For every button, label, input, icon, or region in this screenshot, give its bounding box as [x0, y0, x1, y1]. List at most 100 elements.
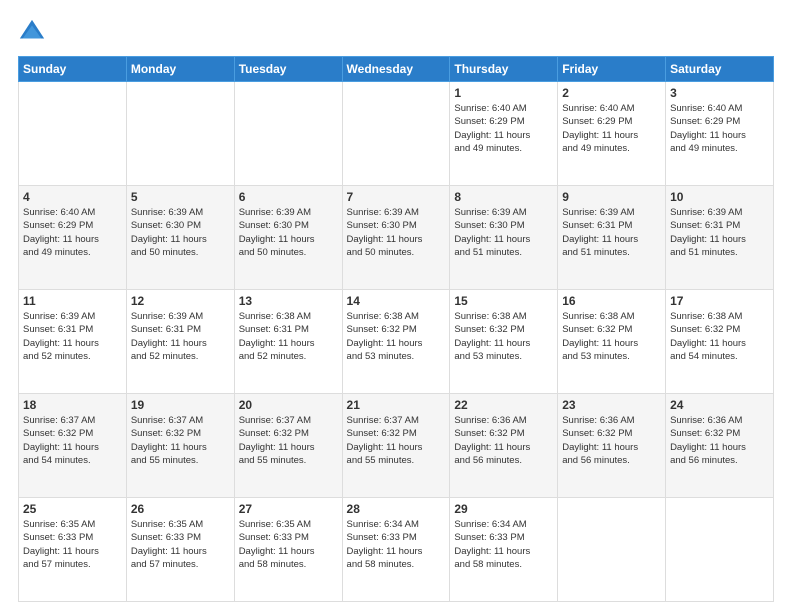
day-header-monday: Monday	[126, 57, 234, 82]
calendar-cell: 18 Sunrise: 6:37 AM Sunset: 6:32 PM Dayli…	[19, 394, 127, 498]
calendar-cell	[234, 82, 342, 186]
calendar-header-row: SundayMondayTuesdayWednesdayThursdayFrid…	[19, 57, 774, 82]
day-info: Sunrise: 6:39 AM Sunset: 6:30 PM Dayligh…	[454, 206, 553, 259]
day-number: 7	[347, 190, 446, 204]
calendar-week-row: 25 Sunrise: 6:35 AM Sunset: 6:33 PM Dayli…	[19, 498, 774, 602]
day-info: Sunrise: 6:35 AM Sunset: 6:33 PM Dayligh…	[23, 518, 122, 571]
day-info: Sunrise: 6:39 AM Sunset: 6:30 PM Dayligh…	[347, 206, 446, 259]
calendar-cell: 17 Sunrise: 6:38 AM Sunset: 6:32 PM Dayli…	[666, 290, 774, 394]
day-number: 8	[454, 190, 553, 204]
calendar-cell: 22 Sunrise: 6:36 AM Sunset: 6:32 PM Dayli…	[450, 394, 558, 498]
day-number: 25	[23, 502, 122, 516]
day-number: 29	[454, 502, 553, 516]
day-number: 11	[23, 294, 122, 308]
day-number: 18	[23, 398, 122, 412]
day-info: Sunrise: 6:34 AM Sunset: 6:33 PM Dayligh…	[454, 518, 553, 571]
day-info: Sunrise: 6:39 AM Sunset: 6:30 PM Dayligh…	[239, 206, 338, 259]
calendar-week-row: 4 Sunrise: 6:40 AM Sunset: 6:29 PM Daylig…	[19, 186, 774, 290]
day-info: Sunrise: 6:39 AM Sunset: 6:31 PM Dayligh…	[131, 310, 230, 363]
day-number: 21	[347, 398, 446, 412]
calendar-table: SundayMondayTuesdayWednesdayThursdayFrid…	[18, 56, 774, 602]
day-info: Sunrise: 6:40 AM Sunset: 6:29 PM Dayligh…	[562, 102, 661, 155]
day-info: Sunrise: 6:39 AM Sunset: 6:31 PM Dayligh…	[562, 206, 661, 259]
calendar-cell	[342, 82, 450, 186]
day-number: 26	[131, 502, 230, 516]
calendar-cell: 12 Sunrise: 6:39 AM Sunset: 6:31 PM Dayli…	[126, 290, 234, 394]
day-number: 17	[670, 294, 769, 308]
day-header-friday: Friday	[558, 57, 666, 82]
day-info: Sunrise: 6:39 AM Sunset: 6:30 PM Dayligh…	[131, 206, 230, 259]
calendar-cell: 27 Sunrise: 6:35 AM Sunset: 6:33 PM Dayli…	[234, 498, 342, 602]
day-info: Sunrise: 6:34 AM Sunset: 6:33 PM Dayligh…	[347, 518, 446, 571]
calendar-cell: 11 Sunrise: 6:39 AM Sunset: 6:31 PM Dayli…	[19, 290, 127, 394]
calendar-cell: 7 Sunrise: 6:39 AM Sunset: 6:30 PM Daylig…	[342, 186, 450, 290]
day-info: Sunrise: 6:38 AM Sunset: 6:32 PM Dayligh…	[562, 310, 661, 363]
calendar-cell: 16 Sunrise: 6:38 AM Sunset: 6:32 PM Dayli…	[558, 290, 666, 394]
calendar-cell: 29 Sunrise: 6:34 AM Sunset: 6:33 PM Dayli…	[450, 498, 558, 602]
calendar-cell: 8 Sunrise: 6:39 AM Sunset: 6:30 PM Daylig…	[450, 186, 558, 290]
calendar-cell	[558, 498, 666, 602]
day-info: Sunrise: 6:37 AM Sunset: 6:32 PM Dayligh…	[239, 414, 338, 467]
calendar-cell: 1Sunrise: 6:40 AM Sunset: 6:29 PM Daylig…	[450, 82, 558, 186]
calendar-cell: 23 Sunrise: 6:36 AM Sunset: 6:32 PM Dayli…	[558, 394, 666, 498]
day-number: 20	[239, 398, 338, 412]
day-number: 28	[347, 502, 446, 516]
calendar-cell: 5 Sunrise: 6:39 AM Sunset: 6:30 PM Daylig…	[126, 186, 234, 290]
day-number: 6	[239, 190, 338, 204]
day-number: 4	[23, 190, 122, 204]
calendar-cell: 28 Sunrise: 6:34 AM Sunset: 6:33 PM Dayli…	[342, 498, 450, 602]
day-info: Sunrise: 6:37 AM Sunset: 6:32 PM Dayligh…	[347, 414, 446, 467]
day-info: Sunrise: 6:35 AM Sunset: 6:33 PM Dayligh…	[131, 518, 230, 571]
day-number: 13	[239, 294, 338, 308]
calendar-cell	[666, 498, 774, 602]
day-number: 3	[670, 86, 769, 100]
day-info: Sunrise: 6:40 AM Sunset: 6:29 PM Dayligh…	[670, 102, 769, 155]
day-info: Sunrise: 6:37 AM Sunset: 6:32 PM Dayligh…	[131, 414, 230, 467]
logo	[18, 18, 50, 46]
calendar-cell: 20 Sunrise: 6:37 AM Sunset: 6:32 PM Dayli…	[234, 394, 342, 498]
calendar-cell: 13 Sunrise: 6:38 AM Sunset: 6:31 PM Dayli…	[234, 290, 342, 394]
day-info: Sunrise: 6:38 AM Sunset: 6:32 PM Dayligh…	[347, 310, 446, 363]
day-info: Sunrise: 6:39 AM Sunset: 6:31 PM Dayligh…	[670, 206, 769, 259]
calendar-cell: 26 Sunrise: 6:35 AM Sunset: 6:33 PM Dayli…	[126, 498, 234, 602]
day-number: 5	[131, 190, 230, 204]
day-number: 10	[670, 190, 769, 204]
day-number: 19	[131, 398, 230, 412]
calendar-week-row: 11 Sunrise: 6:39 AM Sunset: 6:31 PM Dayli…	[19, 290, 774, 394]
page: SundayMondayTuesdayWednesdayThursdayFrid…	[0, 0, 792, 612]
day-number: 2	[562, 86, 661, 100]
calendar-cell	[126, 82, 234, 186]
day-info: Sunrise: 6:36 AM Sunset: 6:32 PM Dayligh…	[562, 414, 661, 467]
day-info: Sunrise: 6:37 AM Sunset: 6:32 PM Dayligh…	[23, 414, 122, 467]
calendar-week-row: 1Sunrise: 6:40 AM Sunset: 6:29 PM Daylig…	[19, 82, 774, 186]
day-info: Sunrise: 6:40 AM Sunset: 6:29 PM Dayligh…	[454, 102, 553, 155]
day-number: 16	[562, 294, 661, 308]
day-number: 9	[562, 190, 661, 204]
calendar-cell: 19 Sunrise: 6:37 AM Sunset: 6:32 PM Dayli…	[126, 394, 234, 498]
day-header-thursday: Thursday	[450, 57, 558, 82]
calendar-cell: 24Sunrise: 6:36 AM Sunset: 6:32 PM Dayli…	[666, 394, 774, 498]
day-number: 12	[131, 294, 230, 308]
day-info: Sunrise: 6:38 AM Sunset: 6:32 PM Dayligh…	[670, 310, 769, 363]
day-info: Sunrise: 6:35 AM Sunset: 6:33 PM Dayligh…	[239, 518, 338, 571]
logo-icon	[18, 18, 46, 46]
day-header-wednesday: Wednesday	[342, 57, 450, 82]
calendar-cell: 15Sunrise: 6:38 AM Sunset: 6:32 PM Dayli…	[450, 290, 558, 394]
day-info: Sunrise: 6:36 AM Sunset: 6:32 PM Dayligh…	[670, 414, 769, 467]
day-number: 22	[454, 398, 553, 412]
day-number: 27	[239, 502, 338, 516]
day-info: Sunrise: 6:38 AM Sunset: 6:31 PM Dayligh…	[239, 310, 338, 363]
day-info: Sunrise: 6:40 AM Sunset: 6:29 PM Dayligh…	[23, 206, 122, 259]
calendar-week-row: 18 Sunrise: 6:37 AM Sunset: 6:32 PM Dayli…	[19, 394, 774, 498]
calendar-cell: 25 Sunrise: 6:35 AM Sunset: 6:33 PM Dayli…	[19, 498, 127, 602]
day-number: 23	[562, 398, 661, 412]
calendar-cell: 14 Sunrise: 6:38 AM Sunset: 6:32 PM Dayli…	[342, 290, 450, 394]
day-info: Sunrise: 6:39 AM Sunset: 6:31 PM Dayligh…	[23, 310, 122, 363]
calendar-cell: 2 Sunrise: 6:40 AM Sunset: 6:29 PM Daylig…	[558, 82, 666, 186]
calendar-cell: 4 Sunrise: 6:40 AM Sunset: 6:29 PM Daylig…	[19, 186, 127, 290]
calendar-cell: 3 Sunrise: 6:40 AM Sunset: 6:29 PM Daylig…	[666, 82, 774, 186]
day-info: Sunrise: 6:36 AM Sunset: 6:32 PM Dayligh…	[454, 414, 553, 467]
day-number: 14	[347, 294, 446, 308]
calendar-cell: 6 Sunrise: 6:39 AM Sunset: 6:30 PM Daylig…	[234, 186, 342, 290]
day-number: 15	[454, 294, 553, 308]
